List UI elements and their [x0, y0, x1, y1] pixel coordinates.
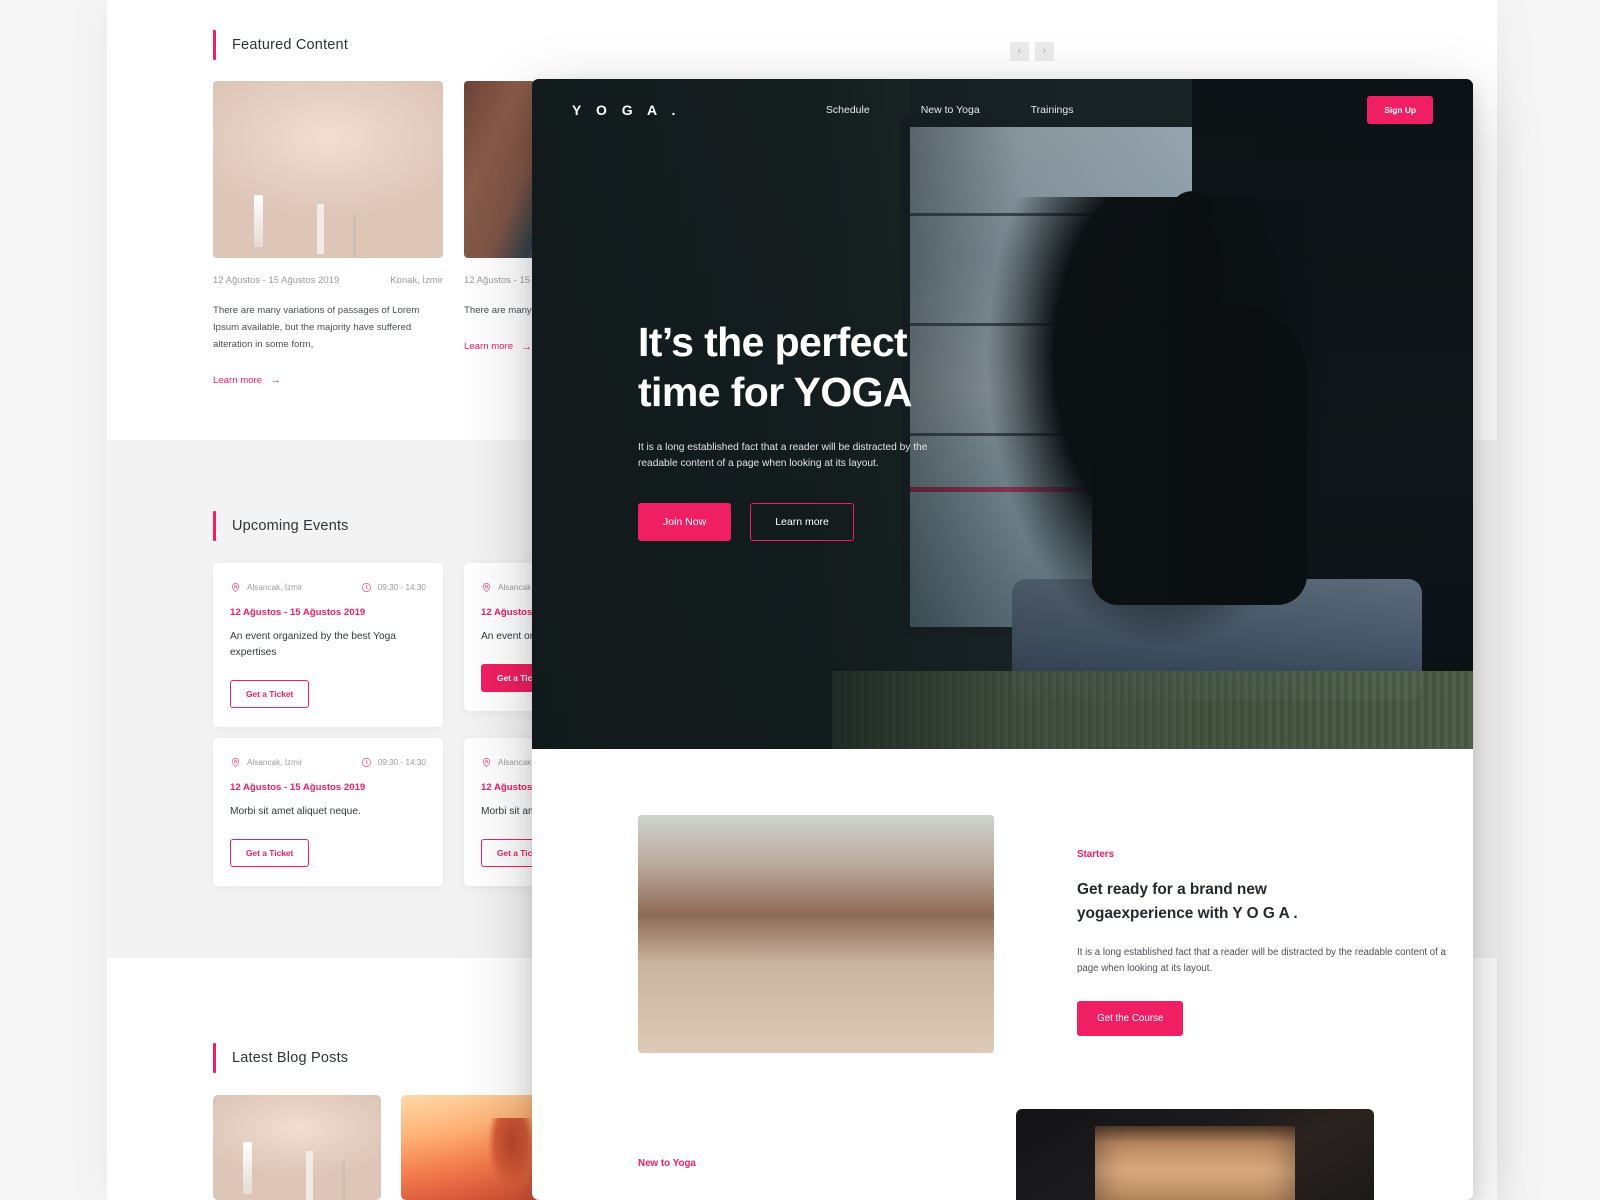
- event-date: 12 Ağustos - 15 Ağustos 2019: [230, 607, 366, 618]
- starters-heading-line-2: yogaexperience with Y O G A .: [1077, 904, 1298, 922]
- featured-card[interactable]: 12 Ağustos - 15 Ağustos 2019 Konak, İzmi…: [213, 81, 443, 386]
- featured-card-date: 12 Ağustos - 15: [464, 275, 531, 286]
- blog-card[interactable]: [213, 1095, 381, 1200]
- location-pin-icon: [482, 757, 491, 768]
- carousel-next-icon[interactable]: ›: [1035, 42, 1054, 61]
- event-card-meta: Alsancak, İzmir 09:30 - 14:30: [230, 582, 426, 593]
- starters-body: It is a long established fact that a rea…: [1077, 946, 1446, 974]
- nav-item-trainings[interactable]: Trainings: [1031, 104, 1074, 116]
- event-time: 09:30 - 14:30: [361, 757, 426, 768]
- event-location: Alsancak, İzmir: [230, 582, 303, 593]
- get-a-ticket-button[interactable]: Get a Ticket: [230, 679, 310, 708]
- upcoming-events-heading: Upcoming Events: [213, 511, 349, 541]
- starters-eyebrow: Starters: [1077, 849, 1115, 860]
- event-date: 12 Ağustos - 15 Ağustos 2019: [230, 782, 366, 793]
- hero-heading-line-1: It’s the perfect: [638, 319, 908, 365]
- event-description: Morbi sit amet aliquet neque.: [230, 806, 361, 817]
- featured-card-meta: 12 Ağustos - 15 Ağustos 2019 Konak, İzmi…: [213, 275, 443, 286]
- location-pin-icon: [482, 582, 491, 593]
- upcoming-events-title: Upcoming Events: [232, 518, 349, 534]
- event-card-meta: Alsancak, İzmir 09:30 - 14:30: [230, 757, 426, 768]
- carousel-prev-icon[interactable]: ‹: [1010, 42, 1029, 61]
- event-time-label: 09:30 - 14:30: [377, 758, 426, 767]
- latest-blog-posts-heading: Latest Blog Posts: [213, 1043, 348, 1073]
- event-location: Alsancak, İ: [481, 582, 538, 593]
- accent-bar: [213, 30, 216, 60]
- featured-content-heading: Featured Content: [213, 30, 348, 60]
- accent-bar: [213, 511, 216, 541]
- join-now-button[interactable]: Join Now: [638, 502, 732, 541]
- starters-heading: Get ready for a brand new yogaexperience…: [1077, 878, 1449, 926]
- get-the-course-button[interactable]: Get the Course: [1077, 1000, 1184, 1036]
- event-location-label: Alsancak, İzmir: [247, 758, 303, 767]
- starters-copy: Starters Get ready for a brand new yogae…: [1077, 849, 1449, 1036]
- location-pin-icon: [231, 757, 240, 768]
- featured-card-body: There are many variations of passages of…: [213, 305, 420, 350]
- featured-carousel-nav: ‹ ›: [1010, 42, 1054, 61]
- event-location: Alsancak, İ: [481, 757, 538, 768]
- arrow-right-icon: →: [270, 374, 282, 387]
- sign-up-button[interactable]: Sign Up: [1367, 96, 1433, 124]
- logo[interactable]: Y O G A .: [572, 102, 681, 118]
- clock-icon: [361, 757, 371, 768]
- learn-more-label: Learn more: [213, 374, 263, 386]
- starters-heading-line-1: Get ready for a brand new: [1077, 881, 1267, 898]
- hero-copy: It’s the perfect time for YOGA It is a l…: [638, 317, 1068, 541]
- new-to-yoga-eyebrow: New to Yoga: [638, 1158, 696, 1169]
- featured-card-date: 12 Ağustos - 15 Ağustos 2019: [213, 275, 340, 286]
- clock-icon: [361, 582, 371, 593]
- nav-item-schedule[interactable]: Schedule: [826, 104, 870, 116]
- hero-cta-group: Join Now Learn more: [638, 502, 1068, 541]
- event-location-label: Alsancak, İzmir: [247, 583, 303, 592]
- featured-content-title: Featured Content: [232, 37, 349, 53]
- location-pin-icon: [231, 582, 240, 593]
- dark-room-sunset-image[interactable]: [1016, 1109, 1374, 1200]
- arrow-right-icon: →: [521, 340, 533, 353]
- hero-learn-more-button[interactable]: Learn more: [750, 502, 854, 541]
- event-description: An event organized by the best Yoga expe…: [230, 631, 396, 658]
- site-navbar: Y O G A . Schedule New to Yoga Trainings…: [532, 79, 1473, 141]
- learn-more-label: Learn more: [464, 341, 514, 353]
- get-a-ticket-button[interactable]: Get a Ticket: [230, 838, 310, 867]
- hero-section: Y O G A . Schedule New to Yoga Trainings…: [532, 79, 1473, 749]
- event-card[interactable]: Alsancak, İzmir 09:30 - 14:30 12 Ağustos…: [213, 563, 443, 727]
- hero-heading-line-2: time for YOGA: [638, 369, 913, 416]
- crystals-buddha-image: [213, 81, 443, 258]
- accent-bar: [213, 1043, 216, 1073]
- nav-item-new-to-yoga[interactable]: New to Yoga: [921, 104, 980, 116]
- latest-blog-posts-title: Latest Blog Posts: [232, 1050, 349, 1066]
- event-location: Alsancak, İzmir: [230, 757, 303, 768]
- yoga-class-studio-image: [638, 815, 994, 1053]
- hero-heading: It’s the perfect time for YOGA: [638, 317, 1068, 418]
- screenshot-stage: Featured Content ‹ › 12 Ağustos - 15 Ağu…: [0, 0, 1600, 1200]
- featured-card-learn-more-link[interactable]: Learn more →: [213, 374, 443, 386]
- hero-subtitle: It is a long established fact that a rea…: [638, 441, 928, 470]
- overlay-panel: Y O G A . Schedule New to Yoga Trainings…: [532, 79, 1473, 1200]
- event-card[interactable]: Alsancak, İzmir 09:30 - 14:30 12 Ağustos…: [213, 738, 443, 886]
- event-time: 09:30 - 14:30: [361, 582, 426, 593]
- nav-links: Schedule New to Yoga Trainings: [826, 104, 1074, 116]
- event-time-label: 09:30 - 14:30: [377, 583, 426, 592]
- featured-card-location: Konak, İzmir: [390, 275, 443, 286]
